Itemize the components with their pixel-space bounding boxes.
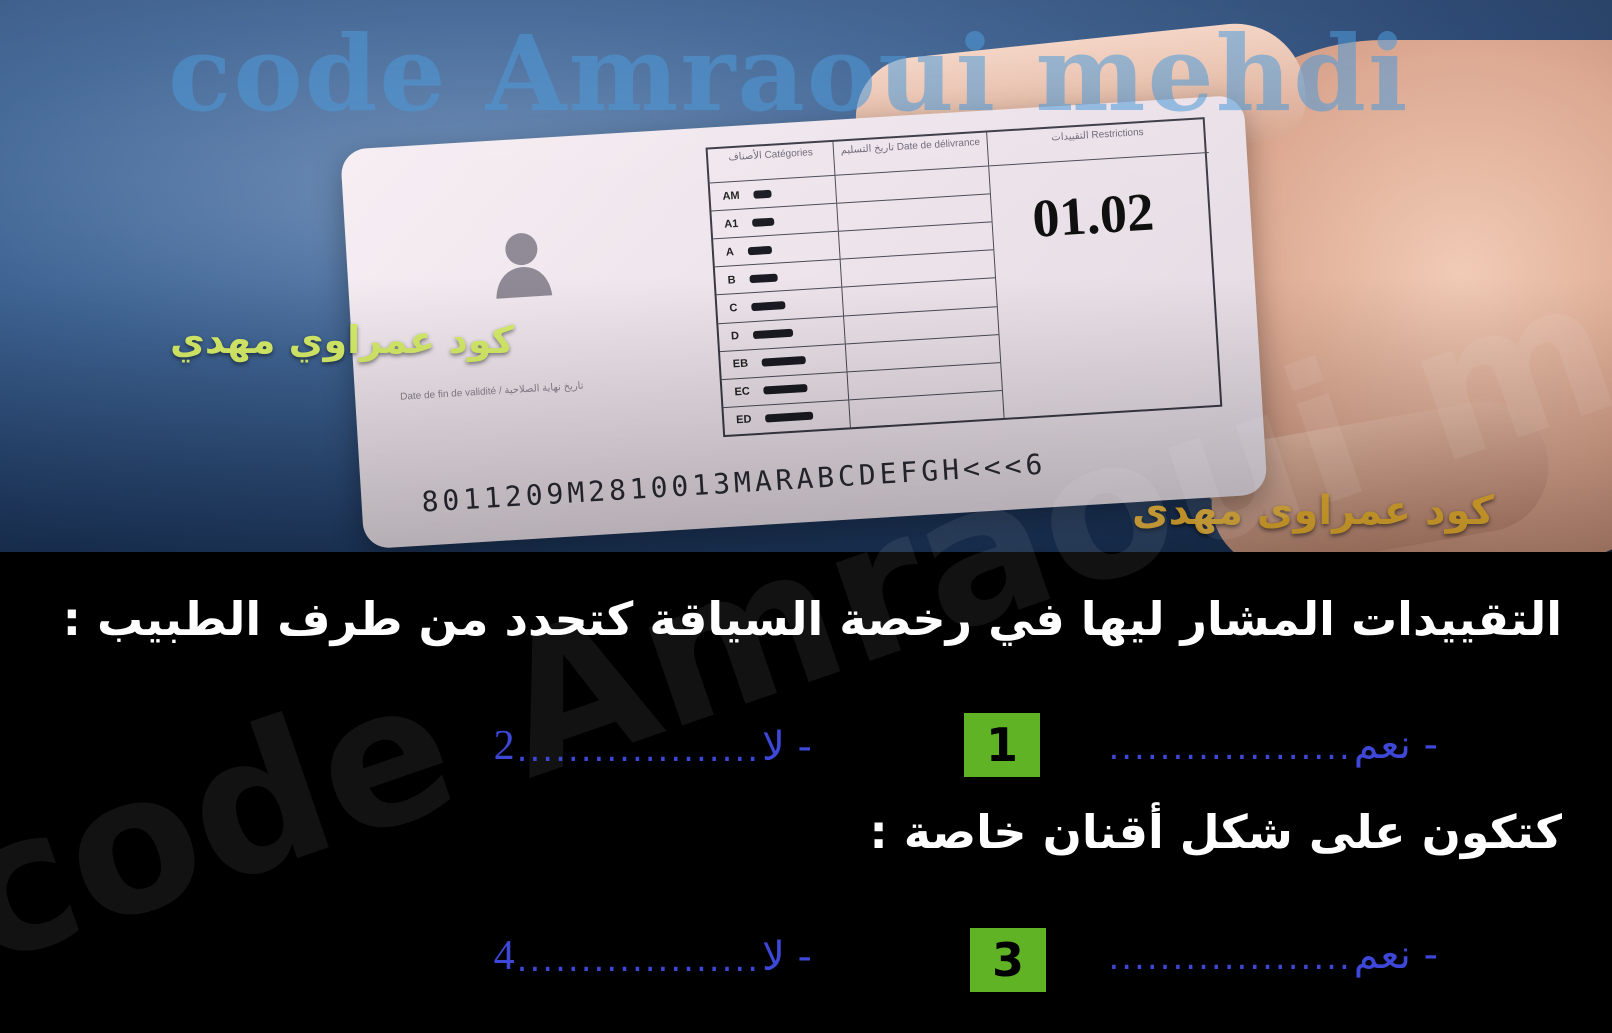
car-icon	[749, 273, 778, 284]
answer-box-3[interactable]: 3	[970, 928, 1046, 992]
option-dots: ...................	[516, 940, 761, 980]
bus-trailer-icon	[765, 412, 814, 423]
truck-trailer-icon	[763, 384, 808, 395]
watermark-top: code Amraoui mehdi	[168, 12, 1410, 135]
option-dots: ...................	[1108, 728, 1352, 768]
moped-icon	[753, 189, 772, 199]
thumb	[849, 16, 1311, 184]
question-1-text: التقييدات المشار ليها في رخصة السياقة كت…	[62, 592, 1562, 646]
question-1-option-yes[interactable]: - نعم...................	[1106, 722, 1438, 768]
person-silhouette-icon	[496, 233, 553, 299]
delivery-date-column: تاريخ التسليم Date de délivrance	[833, 132, 1005, 428]
option-no-label: - لا	[762, 934, 812, 980]
motorcycle-icon	[747, 245, 773, 256]
option-yes-label: - نعم	[1353, 932, 1438, 978]
author-label-yellow: كود عمراوي مهدي	[170, 318, 514, 362]
answer-box-1[interactable]: 1	[964, 713, 1040, 777]
truck-icon	[751, 301, 786, 312]
question-2-option-yes[interactable]: - نعم...................	[1106, 932, 1438, 978]
option-dots: ...................	[1108, 938, 1352, 978]
motorbike-icon	[752, 217, 775, 227]
restrictions-header: التقييدات Restrictions	[987, 119, 1209, 167]
category-cell: EC	[721, 372, 849, 408]
categories-header: الأصناف Catégories	[707, 141, 835, 184]
option-dots: ...................	[516, 730, 761, 770]
question-panel: code Amraoui mehdi التقييدات المشار ليها…	[0, 82, 1612, 1033]
answer-number-4: 4	[493, 933, 515, 979]
validity-date-label: Date de fin de validité / تاريخ نهاية ال…	[399, 380, 584, 403]
car-trailer-icon	[761, 356, 807, 367]
category-cell: A	[713, 231, 840, 268]
question-2-option-no[interactable]: - لا................... 4	[494, 932, 812, 980]
category-cell: EB	[720, 344, 847, 380]
answer-number-2: 2	[493, 723, 515, 769]
category-cell: ED	[723, 400, 849, 435]
category-cell: A1	[711, 203, 838, 240]
question-1-option-no[interactable]: - لا................... 2	[494, 722, 812, 770]
option-no-label: - لا	[762, 724, 812, 770]
question-2-text: كتكون على شكل أقنان خاصة :	[869, 805, 1562, 859]
option-yes-label: - نعم	[1353, 722, 1438, 768]
categories-column: الأصناف Catégories AM A1 A B C D EB EC E…	[707, 141, 851, 436]
bus-icon	[752, 328, 794, 340]
restriction-code: 01.02	[1030, 181, 1156, 249]
category-cell: AM	[709, 175, 837, 212]
category-cell: C	[716, 288, 844, 324]
category-cell: D	[718, 316, 845, 352]
delivery-date-header: تاريخ التسليم Date de délivrance	[833, 132, 989, 176]
category-cell: B	[714, 260, 842, 296]
